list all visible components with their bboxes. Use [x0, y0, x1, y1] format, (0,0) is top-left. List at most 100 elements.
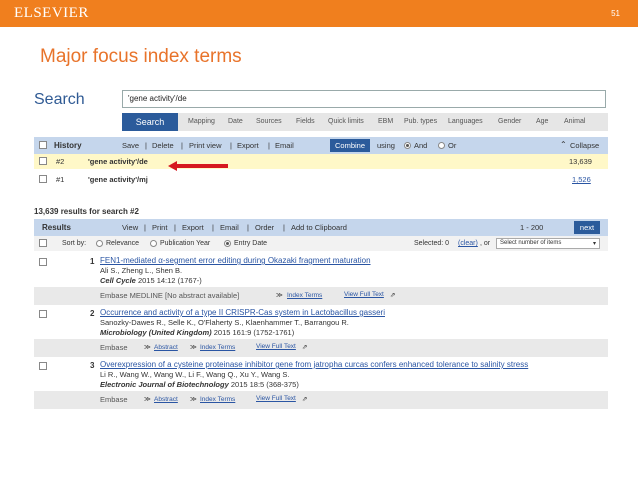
- result-journal-line: Cell Cycle 2015 14:12 (1767-): [100, 276, 202, 285]
- index-terms-link[interactable]: Index Terms: [287, 292, 322, 299]
- history-email-link[interactable]: Email: [275, 141, 294, 150]
- result-checkbox[interactable]: [39, 362, 47, 370]
- external-link-icon: ⇗: [302, 396, 308, 403]
- view-full-text-link[interactable]: View Full Text: [256, 395, 296, 402]
- history-delete-link[interactable]: Delete: [152, 141, 174, 150]
- results-print-link[interactable]: Print: [152, 223, 167, 232]
- and-radio[interactable]: [404, 142, 411, 149]
- result-journal: Microbiology (United Kingdom): [100, 328, 212, 337]
- history-toolbar: History Save | Delete | Print view | Exp…: [34, 137, 608, 154]
- result-journal-line: Electronic Journal of Biotechnology 2015…: [100, 380, 299, 389]
- expand-icon: ≫: [190, 344, 197, 351]
- expand-icon: ≫: [144, 396, 151, 403]
- external-link-icon: ⇗: [302, 344, 308, 351]
- result-number: 2: [90, 309, 95, 318]
- red-arrow-annotation: [168, 161, 228, 171]
- result-journal-details: 2015 161:9 (1752-1761): [211, 328, 295, 337]
- add-to-clipboard-link[interactable]: Add to Clipboard: [291, 223, 347, 232]
- result-item: 3 Overexpression of a cysteine proteinas…: [34, 359, 608, 411]
- history-label: History: [54, 141, 82, 150]
- history-row[interactable]: #2 'gene activity'/de 13,639: [34, 154, 608, 169]
- history-row-checkbox[interactable]: [39, 157, 47, 165]
- tab-fields[interactable]: Fields: [296, 118, 315, 125]
- history-export-link[interactable]: Export: [237, 141, 259, 150]
- next-button[interactable]: next: [574, 221, 600, 234]
- tab-sources[interactable]: Sources: [256, 118, 282, 125]
- results-view-link[interactable]: View: [122, 223, 138, 232]
- search-input[interactable]: 'gene activity'/de: [122, 90, 606, 108]
- collapse-icon[interactable]: ⌃: [560, 140, 567, 149]
- or-radio[interactable]: [438, 142, 445, 149]
- tab-date[interactable]: Date: [228, 118, 243, 125]
- select-number-of-items-dropdown[interactable]: Select number of items ▾: [496, 238, 600, 249]
- history-row-checkbox[interactable]: [39, 175, 47, 183]
- result-checkbox[interactable]: [39, 258, 47, 266]
- view-full-text-link[interactable]: View Full Text: [256, 343, 296, 350]
- view-full-text-link[interactable]: View Full Text: [344, 291, 384, 298]
- result-number: 1: [90, 257, 95, 266]
- results-order-link[interactable]: Order: [255, 223, 274, 232]
- result-sources: Embase: [100, 343, 128, 352]
- sort-bar: Sort by: Relevance Publication Year Entr…: [34, 236, 608, 251]
- abstract-link[interactable]: Abstract: [154, 396, 178, 403]
- tab-pub-types[interactable]: Pub. types: [404, 118, 437, 125]
- results-toolbar: Results View | Print | Export | Email | …: [34, 219, 608, 236]
- selected-count: Selected: 0: [414, 240, 450, 247]
- select-placeholder: Select number of items: [500, 240, 562, 246]
- results-select-all-checkbox[interactable]: [39, 239, 47, 247]
- result-title-link[interactable]: Overexpression of a cysteine proteinase …: [100, 360, 528, 369]
- tab-age[interactable]: Age: [536, 118, 548, 125]
- history-row-id: #1: [56, 175, 65, 184]
- results-export-link[interactable]: Export: [182, 223, 204, 232]
- result-journal-line: Microbiology (United Kingdom) 2015 161:9…: [100, 328, 294, 337]
- result-journal: Cell Cycle: [100, 276, 136, 285]
- tab-languages[interactable]: Languages: [448, 118, 483, 125]
- result-checkbox[interactable]: [39, 310, 47, 318]
- history-row-id: #2: [56, 157, 65, 166]
- sort-by-label: Sort by:: [62, 240, 87, 247]
- result-item: 1 FEN1-mediated α-segment error editing …: [34, 255, 608, 307]
- or-label: Or: [448, 141, 457, 150]
- tab-ebm[interactable]: EBM: [378, 118, 393, 125]
- tab-mapping[interactable]: Mapping: [188, 118, 215, 125]
- tab-animal[interactable]: Animal: [564, 118, 585, 125]
- result-sources: Embase: [100, 395, 128, 404]
- result-journal: Electronic Journal of Biotechnology: [100, 380, 229, 389]
- history-select-all-checkbox[interactable]: [39, 141, 47, 149]
- collapse-link[interactable]: Collapse: [570, 141, 599, 150]
- combine-button[interactable]: Combine: [330, 139, 370, 152]
- results-email-link[interactable]: Email: [220, 223, 239, 232]
- sort-relevance-label: Relevance: [106, 240, 140, 247]
- sort-publication-year-radio[interactable]: [150, 240, 157, 247]
- results-range: 1 - 200: [520, 223, 544, 232]
- slide-header-bar: ELSEVIER 51: [0, 0, 638, 27]
- clear-selection-link[interactable]: (clear): [458, 240, 478, 247]
- sort-relevance-radio[interactable]: [96, 240, 103, 247]
- result-title-link[interactable]: Occurrence and activity of a type II CRI…: [100, 308, 385, 317]
- sort-publication-year-label: Publication Year: [160, 240, 211, 247]
- slide-number: 51: [611, 9, 620, 18]
- abstract-link[interactable]: Abstract: [154, 344, 178, 351]
- results-count: 13,639 results for search #2: [34, 207, 139, 216]
- history-print-view-link[interactable]: Print view: [189, 141, 222, 150]
- result-authors: Ali S., Zheng L., Shen B.: [100, 266, 183, 275]
- expand-icon: ≫: [276, 292, 283, 299]
- external-link-icon: ⇗: [390, 292, 396, 299]
- tab-quick-limits[interactable]: Quick limits: [328, 118, 364, 125]
- result-title-link[interactable]: FEN1-mediated α-segment error editing du…: [100, 256, 371, 265]
- dropdown-arrow-icon: ▾: [592, 241, 596, 247]
- search-button[interactable]: Search: [122, 113, 178, 131]
- results-label: Results: [42, 223, 71, 232]
- sort-entry-date-radio[interactable]: [224, 240, 231, 247]
- index-terms-link[interactable]: Index Terms: [200, 396, 235, 403]
- expand-icon: ≫: [190, 396, 197, 403]
- history-row[interactable]: #1 'gene activity'/mj 1,526: [34, 172, 608, 187]
- search-heading: Search: [34, 91, 85, 108]
- result-item: 2 Occurrence and activity of a type II C…: [34, 307, 608, 359]
- tab-gender[interactable]: Gender: [498, 118, 521, 125]
- history-save-link[interactable]: Save: [122, 141, 139, 150]
- result-journal-details: 2015 18:5 (368-375): [228, 380, 299, 389]
- index-terms-link[interactable]: Index Terms: [200, 344, 235, 351]
- history-row-count-link[interactable]: 1,526: [572, 175, 591, 184]
- result-authors: Sanozky-Dawes R., Selle K., O'Flaherty S…: [100, 318, 349, 327]
